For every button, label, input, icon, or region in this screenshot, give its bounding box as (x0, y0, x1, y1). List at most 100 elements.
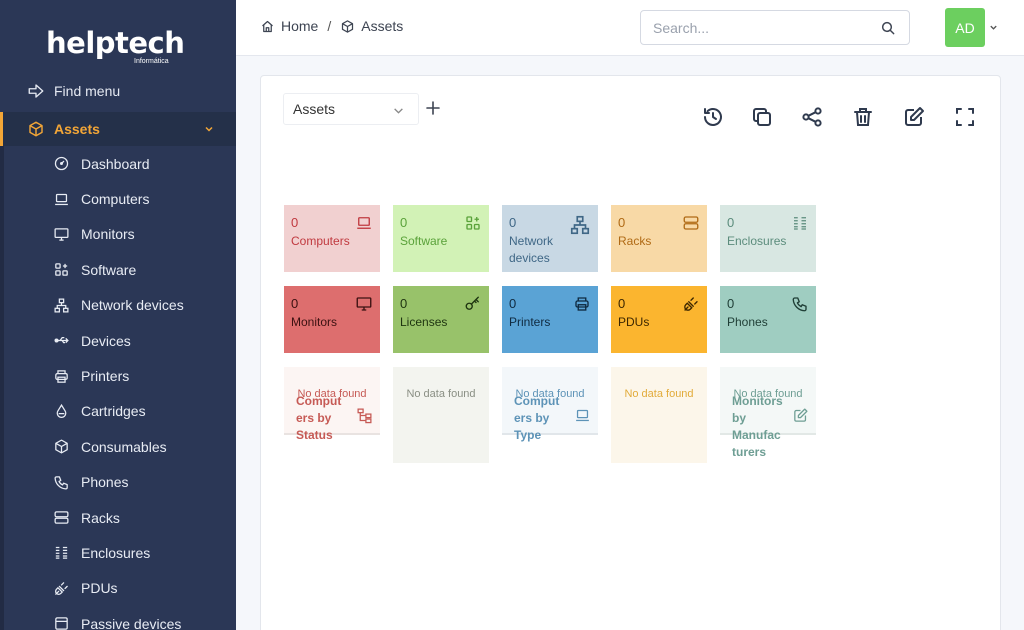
tile-label: Enclosures (727, 234, 787, 248)
tile-printers[interactable]: 0 Printers (502, 286, 598, 353)
tile-label: Network devices (509, 234, 554, 265)
search-input[interactable] (641, 11, 861, 44)
tile-count: 0 (509, 215, 517, 230)
breadcrumb-home[interactable]: Home (281, 18, 318, 34)
sidebar-item-label: Devices (81, 332, 131, 349)
tile-racks[interactable]: 0 Racks (611, 205, 707, 272)
tile-label: Licenses (400, 315, 448, 329)
usb-icon (54, 337, 69, 344)
sidebar-item-devices[interactable]: Devices (4, 323, 236, 358)
trash-icon[interactable] (851, 105, 875, 129)
add-dashboard-button[interactable] (425, 100, 441, 116)
sidebar-item-passive-devices[interactable]: Passive devices (4, 606, 236, 630)
edit-icon (794, 408, 808, 422)
tile-enclosures[interactable]: 0 Enclosures (720, 205, 816, 272)
server-icon (683, 216, 699, 230)
tile-label: Monitors (291, 315, 338, 329)
gauge-icon (54, 157, 69, 171)
widget-empty-2[interactable]: No data found (393, 367, 489, 463)
tile-count: 0 (291, 215, 299, 230)
laptop-icon (576, 409, 589, 422)
sidebar-item-racks[interactable]: Racks (4, 500, 236, 535)
sidebar-item-label: PDUs (81, 580, 118, 597)
sidebar-item-printers[interactable]: Printers (4, 358, 236, 393)
tile-label: Software (400, 234, 448, 248)
tile-licenses[interactable]: 0 Licenses (393, 286, 489, 353)
edit-icon[interactable] (902, 105, 926, 129)
columns-icon (55, 547, 68, 560)
tile-count: 0 (509, 296, 517, 311)
tile-count: 0 (618, 215, 626, 230)
chevron-down-icon (394, 108, 403, 114)
search-box (640, 10, 910, 45)
sidebar-item-software[interactable]: Software (4, 252, 236, 287)
sidebar-item-enclosures[interactable]: Enclosures (4, 535, 236, 570)
search-icon[interactable] (880, 20, 896, 36)
tile-label: Phones (727, 315, 768, 329)
find-menu-label: Find menu (54, 83, 121, 99)
widget-title: Comput ers by Status (296, 394, 342, 442)
tile-network-devices[interactable]: 0 Network devices (502, 205, 598, 272)
box-icon (342, 19, 354, 33)
widget-computers-by-type[interactable]: No data found Comput ers by Type (502, 367, 598, 442)
home-icon (262, 20, 273, 32)
widget-empty-4[interactable]: No data found (611, 367, 707, 463)
tile-count: 0 (727, 296, 735, 311)
box-icon (29, 121, 43, 137)
sidebar-item-dashboard[interactable]: Dashboard (4, 146, 236, 181)
tile-software[interactable]: 0 Software (393, 205, 489, 272)
history-icon[interactable] (701, 105, 725, 129)
tile-label: PDUs (618, 315, 650, 329)
top-header: Home / Assets AD (236, 0, 1024, 56)
tile-count: 0 (400, 215, 408, 230)
sidebar-item-phones[interactable]: Phones (4, 465, 236, 500)
tile-monitors[interactable]: 0 Monitors (284, 286, 380, 353)
sidebar-item-label: Enclosures (81, 544, 151, 561)
sidebar-item-cartridges[interactable]: Cartridges (4, 394, 236, 429)
network-icon (54, 298, 69, 313)
sidebar-item-consumables[interactable]: Consumables (4, 429, 236, 464)
device-icon (55, 617, 68, 630)
sidebar-item-label: Computers (81, 191, 150, 208)
sidebar-item-label: Printers (81, 368, 130, 385)
dashboard-select[interactable]: Assets (283, 93, 419, 125)
tile-label: Printers (509, 315, 551, 329)
network-icon (570, 215, 590, 235)
tile-computers[interactable]: 0 Computers (284, 205, 380, 272)
breadcrumb-separator: / (327, 18, 332, 34)
share-icon[interactable] (800, 105, 824, 129)
sidebar-item-network-devices[interactable]: Network devices (4, 288, 236, 323)
tile-phones[interactable]: 0 Phones (720, 286, 816, 353)
plug-icon (684, 297, 698, 311)
dashboard-card: Assets 0 Computers 0 Software 0 Network … (260, 75, 1001, 630)
sidebar-item-label: Cartridges (81, 403, 146, 420)
breadcrumb-assets[interactable]: Assets (361, 18, 403, 34)
fullscreen-icon[interactable] (953, 105, 977, 129)
tile-count: 0 (618, 296, 626, 311)
box-icon (55, 439, 68, 454)
phone-icon (54, 475, 68, 490)
droplet-icon (56, 403, 67, 418)
find-menu-button[interactable]: Find menu (0, 76, 236, 106)
sidebar-item-label: Consumables (81, 438, 167, 455)
sidebar-section-assets[interactable]: Assets (0, 112, 236, 146)
chevron-down-icon (205, 126, 213, 132)
tile-pdus[interactable]: 0 PDUs (611, 286, 707, 353)
tile-label: Racks (618, 234, 652, 248)
widget-monitors-by-manufacturers[interactable]: No data found Monitors by Manufac turers (720, 367, 816, 459)
clone-icon[interactable] (750, 105, 774, 129)
sidebar-item-monitors[interactable]: Monitors (4, 217, 236, 252)
sidebar-item-pdus[interactable]: PDUs (4, 571, 236, 606)
logo-text: helptech (46, 26, 185, 60)
sidebar-item-computers[interactable]: Computers (4, 181, 236, 216)
apps-icon (55, 263, 68, 277)
server-icon (54, 511, 69, 524)
app-logo[interactable]: helptech Informática (46, 26, 185, 70)
tile-count: 0 (291, 296, 299, 311)
widget-computers-by-status[interactable]: No data found Comput ers by Status (284, 367, 380, 442)
chevron-down-icon[interactable] (989, 23, 998, 32)
sidebar-nav: Dashboard Computers Monitors Software Ne… (4, 146, 236, 630)
laptop-icon (55, 193, 68, 205)
laptop-icon (357, 217, 371, 229)
user-avatar[interactable]: AD (945, 8, 985, 47)
